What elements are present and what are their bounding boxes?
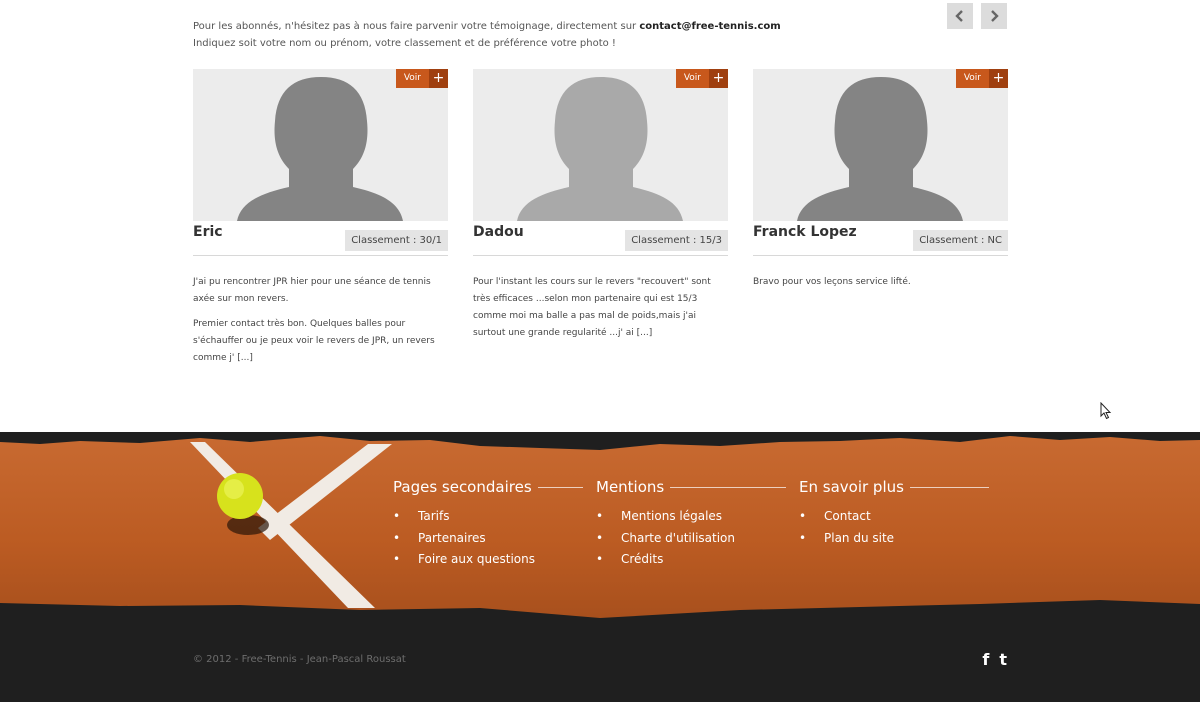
view-more-button[interactable]: Voir +	[955, 69, 1008, 88]
avatar: Voir +	[193, 69, 448, 221]
footer-link-faq[interactable]: Foire aux questions	[393, 549, 583, 571]
ranking-badge: Classement : NC	[913, 230, 1008, 251]
testimonial-text: J'ai pu rencontrer JPR hier pour une séa…	[193, 277, 435, 363]
footer-link-charte[interactable]: Charte d'utilisation	[596, 528, 786, 550]
facebook-icon[interactable]: f	[982, 651, 989, 669]
footer-link-mentions-legales[interactable]: Mentions légales	[596, 506, 786, 528]
testimonial-name: Dadou	[473, 224, 524, 240]
divider	[753, 255, 1008, 256]
view-more-button[interactable]: Voir +	[395, 69, 448, 88]
avatar: Voir +	[473, 69, 728, 221]
next-button[interactable]	[981, 3, 1007, 29]
view-more-button[interactable]: Voir +	[675, 69, 728, 88]
social-links: f t	[982, 651, 1007, 669]
ranking-badge: Classement : 30/1	[345, 230, 448, 251]
testimonial-card: Voir + Franck Lopez Classement : NC Brav…	[753, 69, 1008, 287]
intro-line-2: Indiquez soit votre nom ou prénom, votre…	[193, 38, 616, 49]
intro-text: Pour les abonnés, n'hésitez pas à nous f…	[193, 18, 781, 52]
testimonial-text: Pour l'instant les cours sur le revers "…	[473, 277, 711, 338]
avatar: Voir +	[753, 69, 1008, 221]
chevron-right-icon	[991, 10, 999, 22]
footer-link-plan-du-site[interactable]: Plan du site	[799, 528, 989, 550]
prev-button[interactable]	[947, 3, 973, 29]
footer-link-partenaires[interactable]: Partenaires	[393, 528, 583, 550]
testimonial-text: Bravo pour vos leçons service lifté.	[753, 277, 911, 287]
footer-column-more: En savoir plus Contact Plan du site	[799, 478, 989, 549]
plus-icon: +	[429, 69, 448, 88]
footer-heading: Pages secondaires	[393, 478, 583, 496]
person-silhouette-icon	[797, 77, 963, 221]
footer-column-pages: Pages secondaires Tarifs Partenaires Foi…	[393, 478, 583, 571]
testimonial-name: Eric	[193, 224, 223, 240]
divider	[473, 255, 728, 256]
footer-link-contact[interactable]: Contact	[799, 506, 989, 528]
testimonial-name: Franck Lopez	[753, 224, 857, 240]
twitter-icon[interactable]: t	[999, 651, 1007, 669]
plus-icon: +	[989, 69, 1008, 88]
footer-heading: Mentions	[596, 478, 786, 496]
mouse-cursor-icon	[1100, 402, 1112, 420]
divider	[193, 255, 448, 256]
intro-line-1: Pour les abonnés, n'hésitez pas à nous f…	[193, 21, 781, 32]
person-silhouette-icon	[237, 77, 403, 221]
ranking-badge: Classement : 15/3	[625, 230, 728, 251]
footer-link-tarifs[interactable]: Tarifs	[393, 506, 583, 528]
copyright-text: © 2012 - Free-Tennis - Jean-Pascal Rouss…	[193, 654, 406, 665]
testimonial-card: Voir + Dadou Classement : 15/3 Pour l'in…	[473, 69, 728, 338]
testimonial-card: Voir + Eric Classement : 30/1 J'ai pu re…	[193, 69, 448, 363]
person-silhouette-icon	[517, 77, 683, 221]
plus-icon: +	[709, 69, 728, 88]
carousel-nav	[947, 3, 1007, 29]
footer-link-credits[interactable]: Crédits	[596, 549, 786, 571]
footer-heading: En savoir plus	[799, 478, 989, 496]
contact-email-link[interactable]: contact@free-tennis.com	[639, 21, 780, 32]
footer-column-mentions: Mentions Mentions légales Charte d'utili…	[596, 478, 786, 571]
chevron-left-icon	[955, 10, 963, 22]
